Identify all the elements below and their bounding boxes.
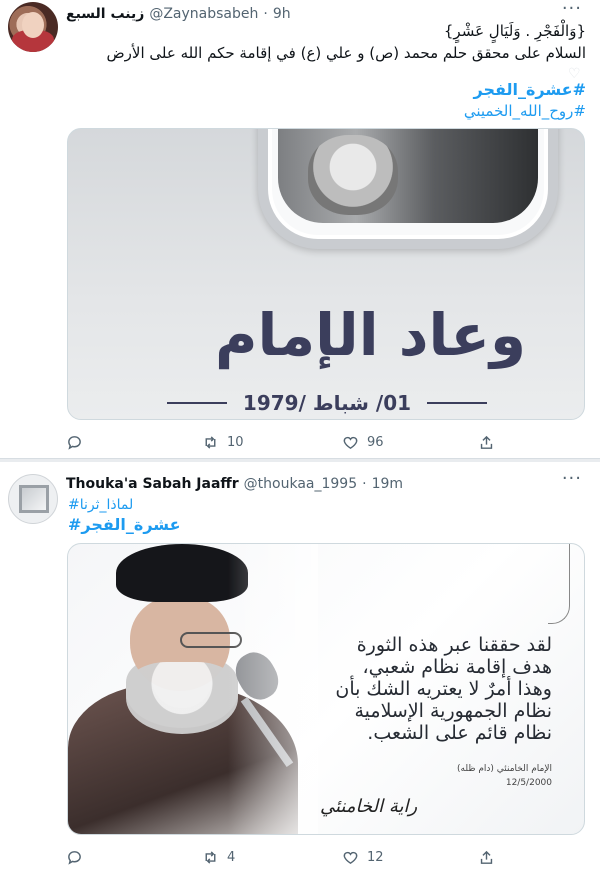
more-options-icon[interactable]: ··· (562, 0, 582, 19)
like-button[interactable]: 12 (342, 846, 384, 868)
decorative-curve (548, 544, 570, 624)
share-button[interactable] (478, 846, 503, 868)
quote-block: لقد حققنا عبر هذه الثورة هدف إقامة نظام … (272, 634, 552, 744)
hashtag-link[interactable]: #لماذا_ثرنا (68, 497, 133, 513)
quote-attribution: الإمام الخامنئي (دام ظله) (457, 764, 552, 774)
timestamp[interactable]: 9h (273, 6, 291, 22)
reply-button[interactable] (66, 846, 91, 868)
tweet-header: زينب السبع @Zaynabsabeh · 9h (66, 4, 291, 24)
hashtag-link[interactable]: #روح_الله_الخميني (464, 102, 586, 120)
image-title: وعاد الإمام (214, 301, 526, 369)
hashtag-link[interactable]: #عشرة_الفجر (473, 80, 586, 99)
avatar[interactable] (8, 474, 58, 524)
author-handle[interactable]: @Zaynabsabeh (149, 6, 258, 22)
reply-icon (68, 850, 81, 865)
quote-line: نظام الجمهورية الإسلامية (354, 700, 552, 722)
image-date: 01/ شباط /1979 (242, 391, 412, 415)
quote-date: 12/5/2000 (505, 778, 552, 788)
retweet-count: 4 (227, 849, 236, 865)
beard-lower (126, 662, 238, 734)
author-name[interactable]: Thouka'a Sabah Jaaffr (66, 476, 239, 492)
retweet-button[interactable]: 4 (202, 846, 235, 868)
tweet-actions: 4 12 (66, 846, 506, 868)
tweet-text-line: {وَالْفَجْرِ . وَلَيَالٍ عَشْرٍ} (443, 22, 586, 40)
avatar-frame (19, 485, 49, 513)
quote-line: نظام قائم على الشعب. (367, 722, 552, 744)
tweet-header: Thouka'a Sabah Jaaffr @thoukaa_1995 · 19… (66, 474, 403, 494)
image-date-row: 01/ شباط /1979 (68, 391, 584, 415)
quote-line: وهذا أمرٌ لا يعتريه الشك بأن (335, 678, 552, 700)
more-options-icon[interactable]: ··· (562, 468, 582, 489)
signature: راية الخامنئي (320, 796, 418, 817)
share-button[interactable] (478, 431, 503, 453)
heart-icon (343, 851, 358, 864)
heart-icon (343, 436, 358, 449)
tweet-text-line: السلام على محقق حلم محمد (ص) و علي (ع) ف… (106, 44, 586, 62)
tweet-actions: 10 96 (66, 431, 506, 453)
separator-dot: · (263, 6, 268, 22)
avatar-face (22, 12, 44, 38)
like-button[interactable]: 96 (342, 431, 384, 453)
retweet-icon (205, 435, 216, 449)
figure-silhouette (308, 135, 398, 215)
share-icon (480, 435, 493, 449)
author-handle[interactable]: @thoukaa_1995 (244, 476, 357, 492)
quote-line: لقد حققنا عبر هذه الثورة (356, 634, 552, 656)
share-icon (480, 850, 493, 864)
heart-emoji-icon: ♡ (568, 66, 581, 82)
tweet-image[interactable]: لقد حققنا عبر هذه الثورة هدف إقامة نظام … (67, 543, 585, 835)
reply-icon (68, 435, 81, 450)
quote-line: هدف إقامة نظام شعبي، (362, 656, 552, 678)
retweet-icon (205, 850, 216, 864)
hashtag-link[interactable]: #عشرة_الفجر (68, 515, 181, 534)
like-count: 96 (367, 434, 384, 450)
reply-button[interactable] (66, 431, 91, 453)
like-count: 12 (367, 849, 384, 865)
plane-window (258, 129, 558, 249)
window-glass (278, 129, 538, 223)
avatar[interactable] (8, 2, 58, 52)
divider (427, 402, 488, 404)
retweet-button[interactable]: 10 (202, 431, 244, 453)
tweet-image[interactable]: وعاد الإمام 01/ شباط /1979 (67, 128, 585, 420)
author-name[interactable]: زينب السبع (66, 6, 144, 22)
divider (166, 402, 227, 404)
timestamp[interactable]: 19m (372, 476, 403, 492)
retweet-count: 10 (227, 434, 244, 450)
separator-dot: · (362, 476, 367, 492)
